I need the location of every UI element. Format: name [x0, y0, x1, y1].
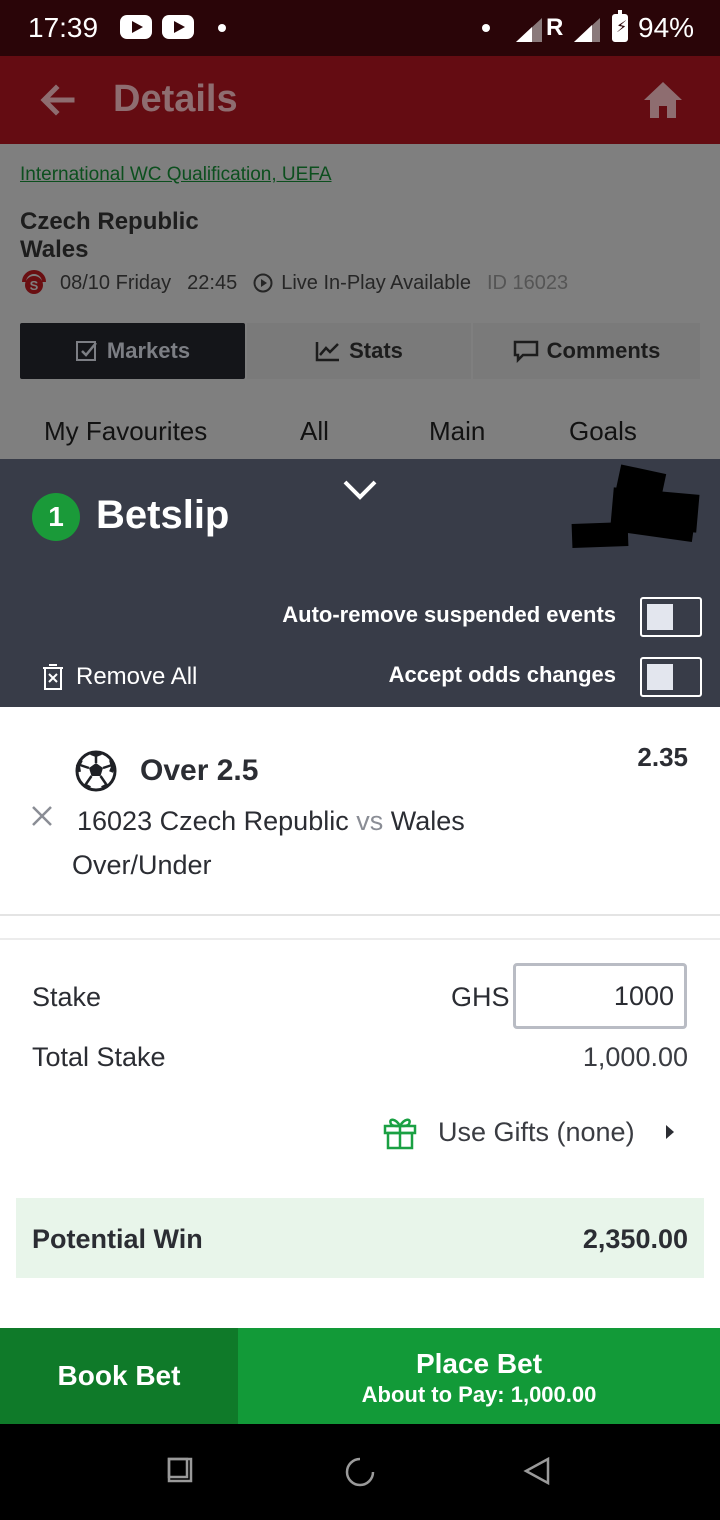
football-icon — [75, 750, 117, 792]
line-chart-icon — [315, 342, 340, 362]
market-filter-tabs: My Favourites All Main Goals — [0, 412, 720, 460]
home-team: Czech Republic — [20, 208, 199, 235]
match-meta: S 08/10 Friday 22:45 Live In-Play Availa… — [20, 270, 568, 296]
betslip-count-badge: 1 — [32, 493, 80, 541]
potential-win-label: Potential Win — [32, 1224, 203, 1254]
tab-comments[interactable]: Comments — [473, 323, 700, 379]
match-date: 08/10 Friday — [60, 271, 172, 294]
selection-match: 16023 Czech Republic vs Wales — [77, 806, 465, 837]
play-circle-icon — [253, 273, 273, 293]
selection-market: Over/Under — [72, 850, 212, 880]
trash-icon — [43, 664, 63, 690]
selection-away: Wales — [390, 806, 465, 836]
potential-win-value: 2,350.00 — [582, 1224, 688, 1254]
remove-all-button[interactable]: Remove All — [42, 661, 197, 693]
remove-all-label: Remove All — [76, 663, 198, 690]
selection-odds: 2.35 — [637, 742, 688, 772]
caret-right-icon — [665, 1125, 674, 1139]
page-title: Details — [113, 78, 238, 120]
about-to-pay-label: About to Pay: 1,000.00 — [361, 1382, 597, 1407]
use-gifts-button[interactable]: Use Gifts (none) — [382, 1112, 675, 1152]
chevron-down-icon[interactable] — [342, 479, 378, 501]
signal-icon — [516, 18, 542, 42]
live-label: Live In-Play Available — [281, 271, 471, 294]
accept-odds-toggle[interactable] — [640, 657, 702, 697]
app-bar: Details — [0, 56, 720, 144]
back-triangle-icon[interactable] — [522, 1456, 552, 1486]
stake-input[interactable] — [513, 963, 687, 1029]
betslip-header: 1 Betslip Auto-remove suspended events R… — [0, 459, 720, 707]
roaming-label: R — [546, 14, 564, 41]
battery-icon: ⚡ — [612, 10, 628, 42]
league-link[interactable]: International WC Qualification, UEFA — [20, 164, 332, 186]
subtab-goals[interactable]: Goals — [569, 416, 637, 447]
subtab-all[interactable]: All — [300, 416, 329, 447]
tab-markets-label: Markets — [106, 338, 191, 363]
potential-win-box: Potential Win 2,350.00 — [16, 1198, 704, 1278]
tab-markets[interactable]: Markets — [20, 323, 245, 379]
accept-odds-label: Accept odds changes — [388, 662, 616, 687]
divider — [0, 938, 720, 940]
tab-stats-label: Stats — [349, 338, 403, 363]
tab-comments-label: Comments — [546, 338, 661, 363]
svg-text:S: S — [30, 278, 39, 293]
back-arrow-icon[interactable] — [38, 80, 78, 120]
book-bet-button[interactable]: Book Bet — [0, 1328, 238, 1424]
signal-icon-2 — [574, 18, 600, 42]
total-stake-label: Total Stake — [32, 1042, 166, 1072]
detail-tabs: Markets Stats Comments — [20, 323, 700, 379]
match-details: International WC Qualification, UEFA Cze… — [0, 144, 720, 460]
use-gifts-label: Use Gifts (none) — [438, 1116, 635, 1147]
status-time: 17:39 — [28, 12, 99, 43]
betslip-title: Betslip — [96, 493, 230, 537]
battery-percent: 94% — [638, 12, 695, 43]
system-nav-bar — [0, 1424, 720, 1520]
place-bet-button[interactable]: Place Bet About to Pay: 1,000.00 — [238, 1328, 720, 1424]
subtab-main[interactable]: Main — [429, 416, 485, 447]
youtube-notification-icon-2 — [162, 15, 194, 39]
comment-icon — [513, 340, 538, 363]
auto-remove-toggle[interactable] — [640, 597, 702, 637]
place-bet-label: Place Bet — [415, 1348, 543, 1379]
tab-stats[interactable]: Stats — [247, 323, 471, 379]
sportybet-badge-icon: S — [22, 270, 46, 294]
selection-name: Over 2.5 — [140, 754, 259, 787]
stake-label: Stake — [32, 982, 102, 1012]
selection-vs: vs — [356, 806, 384, 836]
status-bar: 17:39 R ⚡ 94% — [0, 0, 720, 56]
close-icon[interactable] — [30, 804, 54, 828]
bet-selection: Over 2.5 2.35 16023 Czech Republic vs Wa… — [0, 716, 720, 916]
notification-dot-icon — [218, 24, 226, 32]
home-circle-icon[interactable] — [344, 1456, 376, 1488]
selection-event-id: 16023 — [77, 806, 153, 836]
checkbox-icon — [75, 341, 97, 361]
status-dot-icon — [482, 24, 490, 32]
total-stake-value: 1,000.00 — [582, 1042, 688, 1072]
youtube-notification-icon — [120, 15, 152, 39]
subtab-my-favourites[interactable]: My Favourites — [44, 416, 207, 447]
recents-icon[interactable] — [166, 1456, 194, 1484]
auto-remove-label: Auto-remove suspended events — [282, 602, 616, 627]
away-team: Wales — [20, 236, 89, 263]
event-id: ID 16023 — [486, 271, 569, 294]
gift-icon — [383, 1118, 417, 1150]
stake-currency: GHS — [451, 982, 510, 1012]
home-icon[interactable] — [642, 80, 684, 120]
selection-home: Czech Republic — [159, 806, 349, 836]
match-time: 22:45 — [187, 271, 238, 294]
